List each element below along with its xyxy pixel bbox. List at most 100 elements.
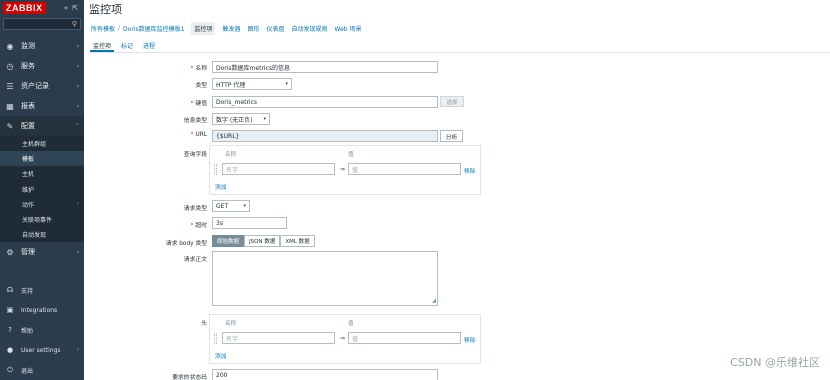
breadcrumb-discovery-rules[interactable]: 自动发现规则 bbox=[291, 24, 327, 33]
kiosk-icon[interactable]: ⇱ bbox=[72, 4, 78, 12]
configuration-submenu: 主机群组 模板 主机 维护 动作 › 关联项事件 自动发现 bbox=[0, 136, 84, 243]
chevron-down-icon: ▾ bbox=[263, 116, 266, 122]
zabbix-logo[interactable]: ZABBIX bbox=[3, 2, 46, 14]
list-icon: ☰ bbox=[6, 81, 14, 91]
menu-item-administration[interactable]: ⚙ 管理 › bbox=[0, 242, 84, 262]
body-type-label: 请求 body 类型 bbox=[165, 241, 207, 247]
chevron-right-icon: › bbox=[76, 248, 79, 256]
info-type-select[interactable]: 数字 (无正负) ▾ bbox=[212, 113, 270, 125]
search-input[interactable] bbox=[4, 19, 80, 29]
breadcrumb-template[interactable]: Doris数据库监控模板1 bbox=[123, 24, 184, 33]
name-label: * 名称 bbox=[190, 66, 207, 72]
submenu-discovery[interactable]: 自动发现 bbox=[0, 227, 84, 242]
select-button[interactable]: 选择 bbox=[440, 96, 464, 107]
headers-col-name: 名称 bbox=[225, 321, 237, 327]
breadcrumb-graphs[interactable]: 图形 bbox=[247, 24, 259, 33]
url-field[interactable]: {$URL} bbox=[212, 130, 438, 142]
submenu-hosts[interactable]: 主机 bbox=[0, 166, 84, 181]
header-name-input[interactable]: 名字 bbox=[222, 332, 335, 344]
menu-item-reports[interactable]: ▦ 报表 › bbox=[0, 96, 84, 116]
request-body-textarea[interactable]: ◢ bbox=[212, 251, 438, 306]
key-field[interactable]: Doris_metrics bbox=[212, 96, 438, 108]
menu-item-integrations[interactable]: ▣ Integrations bbox=[0, 300, 84, 320]
breadcrumb-dashboards[interactable]: 仪表盘 bbox=[266, 24, 284, 33]
query-fields-label: 查询字段 bbox=[183, 152, 207, 158]
status-codes-label: 要求的状态码 bbox=[172, 375, 207, 380]
menu-item-support[interactable]: ☊ 支持 bbox=[0, 280, 84, 300]
menu-item-sign-out[interactable]: ⏻ 退出 bbox=[0, 360, 84, 380]
menu-label: 配置 bbox=[21, 122, 35, 130]
query-value-input[interactable]: 值 bbox=[348, 163, 461, 175]
query-col-name: 名称 bbox=[225, 152, 237, 158]
chevron-right-icon: › bbox=[76, 42, 79, 50]
chevron-down-icon: ▾ bbox=[285, 81, 288, 87]
request-body-label: 请求正文 bbox=[183, 257, 207, 263]
menu-label: 资产记录 bbox=[21, 82, 49, 90]
chevron-right-icon: › bbox=[76, 347, 79, 353]
menu-item-configuration[interactable]: ✎ 配置 ˄ bbox=[0, 116, 84, 136]
drag-handle-icon[interactable] bbox=[214, 164, 217, 175]
eye-icon: ◉ bbox=[6, 41, 14, 51]
sidebar-bottom: ☊ 支持 ▣ Integrations ? 帮助 ● User settings… bbox=[0, 280, 84, 380]
submenu-host-groups[interactable]: 主机群组 bbox=[0, 136, 84, 151]
breadcrumb-triggers[interactable]: 触发器 bbox=[222, 24, 240, 33]
body-type-segmented: 原始数据 JSON 数据 XML 数据 bbox=[212, 235, 315, 247]
sidebar-header: ZABBIX « ⇱ bbox=[0, 0, 84, 16]
menu-item-services[interactable]: ◷ 服务 › bbox=[0, 56, 84, 76]
body-type-xml[interactable]: XML 数据 bbox=[280, 235, 315, 247]
user-icon: ● bbox=[6, 346, 14, 354]
collapse-icon[interactable]: « bbox=[64, 4, 68, 12]
menu-item-help[interactable]: ? 帮助 bbox=[0, 320, 84, 340]
body-type-raw[interactable]: 原始数据 bbox=[212, 235, 245, 247]
header-value-input[interactable]: 值 bbox=[348, 332, 461, 344]
wrench-icon: ✎ bbox=[6, 121, 14, 131]
header-add-link[interactable]: 添加 bbox=[215, 351, 227, 360]
page-title: 监控项 bbox=[89, 3, 122, 16]
tab-preprocessing[interactable]: 进程 bbox=[140, 40, 158, 52]
breadcrumb: 所有模板 / Doris数据库监控模板1 监控项 触发器 图形 仪表盘 自动发现… bbox=[91, 21, 362, 35]
submenu-templates[interactable]: 模板 bbox=[0, 151, 84, 167]
chevron-right-icon: › bbox=[76, 62, 79, 70]
menu-label: 服务 bbox=[21, 62, 35, 70]
query-add-link[interactable]: 添加 bbox=[215, 182, 227, 191]
query-name-input[interactable]: 名字 bbox=[222, 163, 335, 175]
status-codes-field[interactable]: 200 bbox=[212, 369, 438, 380]
tabs-divider bbox=[89, 52, 830, 53]
menu-item-monitoring[interactable]: ◉ 监测 › bbox=[0, 36, 84, 56]
chevron-down-icon: ▾ bbox=[243, 203, 246, 209]
name-field[interactable]: Doris数据库metrics的信息 bbox=[212, 61, 438, 73]
submenu-maintenance[interactable]: 维护 bbox=[0, 182, 84, 197]
tab-tags[interactable]: 标记 bbox=[118, 40, 136, 52]
main-content: 监控项 所有模板 / Doris数据库监控模板1 监控项 触发器 图形 仪表盘 … bbox=[84, 0, 830, 380]
timeout-field[interactable]: 3s bbox=[212, 217, 287, 229]
menu-item-user-settings[interactable]: ● User settings › bbox=[0, 340, 84, 360]
request-type-select[interactable]: GET ▾ bbox=[212, 200, 250, 212]
body-type-json[interactable]: JSON 数据 bbox=[244, 235, 281, 247]
submenu-event-correlation[interactable]: 关联项事件 bbox=[0, 212, 84, 227]
chevron-up-icon: ˄ bbox=[76, 122, 79, 130]
search-icon[interactable]: ⚲ bbox=[72, 20, 77, 28]
menu-label: 监测 bbox=[21, 42, 35, 50]
submenu-actions[interactable]: 动作 › bbox=[0, 197, 84, 212]
parse-button[interactable]: 分析 bbox=[440, 130, 463, 142]
resize-handle-icon[interactable]: ◢ bbox=[432, 298, 436, 304]
sidebar-search[interactable]: ⚲ bbox=[3, 18, 81, 30]
clock-icon: ◷ bbox=[6, 61, 14, 71]
chevron-right-icon: › bbox=[76, 82, 79, 90]
breadcrumb-items[interactable]: 监控项 bbox=[191, 21, 216, 35]
breadcrumb-web-scenarios[interactable]: Web 场景 bbox=[335, 24, 362, 33]
drag-handle-icon[interactable] bbox=[214, 333, 217, 344]
tab-item[interactable]: 监控项 bbox=[90, 40, 115, 52]
key-label: * 键值 bbox=[190, 101, 207, 107]
type-label: 类型 bbox=[195, 83, 207, 89]
breadcrumb-all-templates[interactable]: 所有模板 bbox=[91, 24, 115, 33]
arrow-right-icon: ⇒ bbox=[340, 335, 346, 342]
query-remove-link[interactable]: 移除 bbox=[464, 166, 476, 175]
help-icon: ? bbox=[8, 326, 12, 334]
headers-label: 头 bbox=[201, 321, 207, 327]
menu-label: 管理 bbox=[21, 248, 35, 257]
integrations-icon: ▣ bbox=[6, 306, 14, 314]
menu-item-inventory[interactable]: ☰ 资产记录 › bbox=[0, 76, 84, 96]
header-remove-link[interactable]: 移除 bbox=[464, 335, 476, 344]
type-select[interactable]: HTTP 代理 ▾ bbox=[212, 78, 292, 90]
